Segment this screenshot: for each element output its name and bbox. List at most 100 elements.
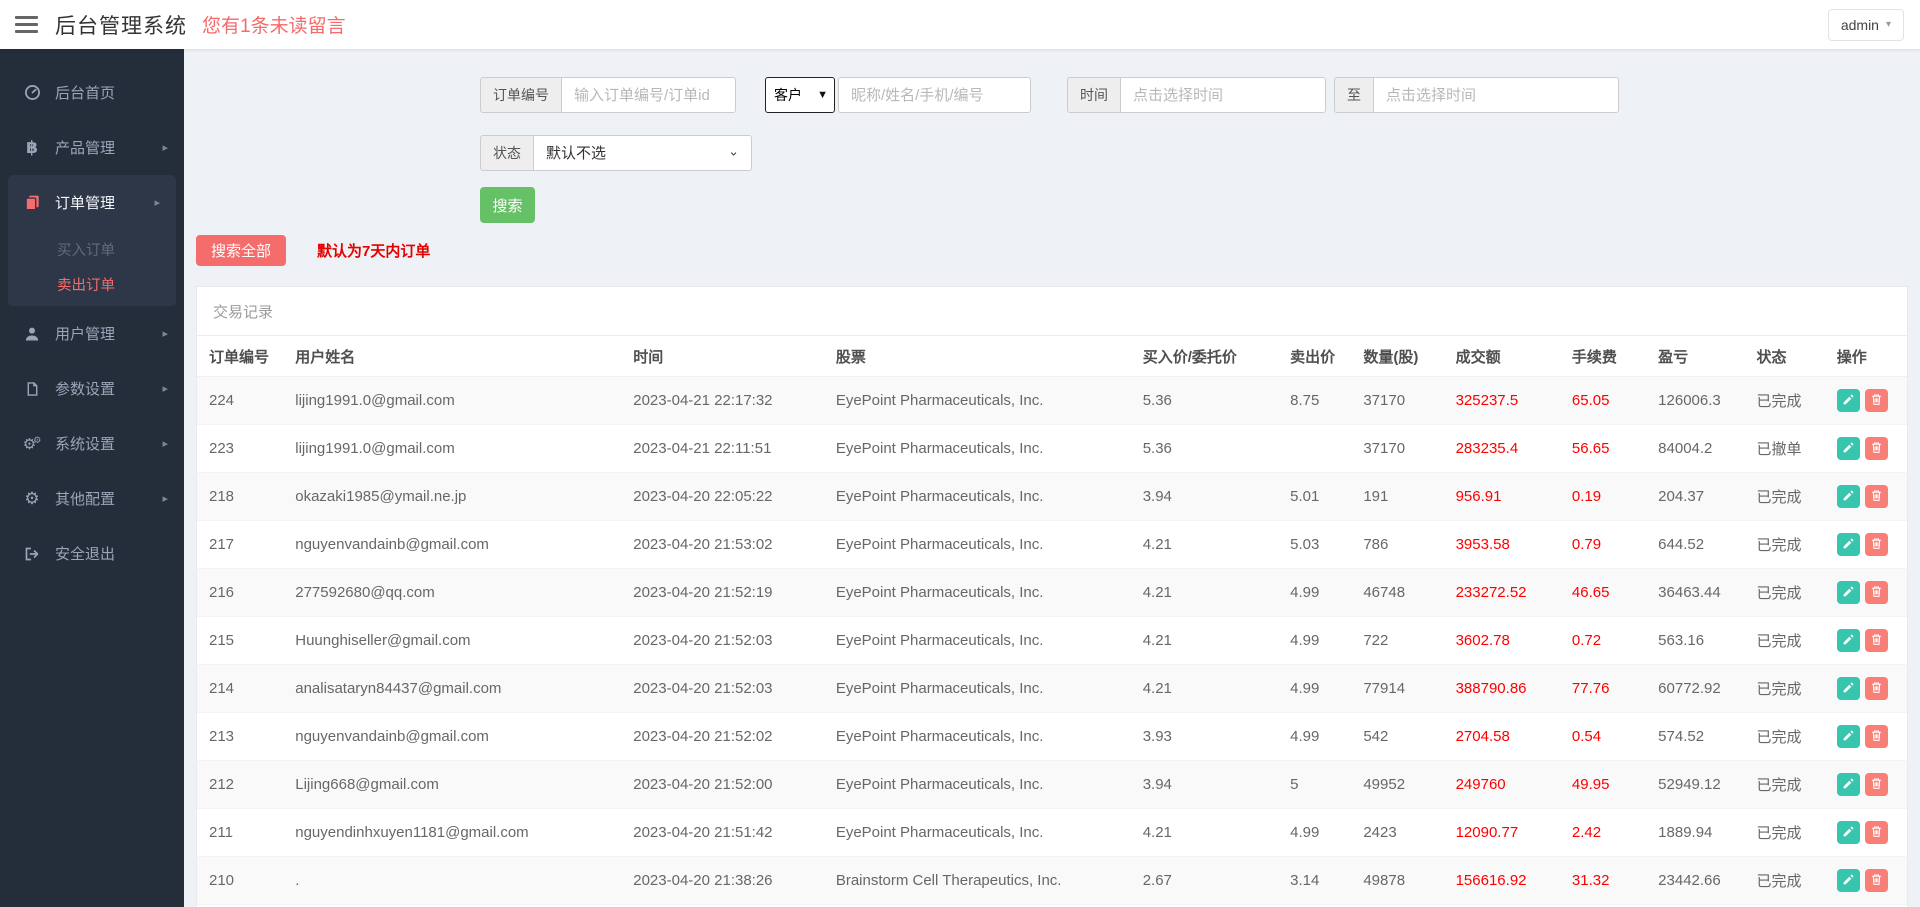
unread-message-link[interactable]: 您有1条未读留言 — [202, 11, 346, 38]
edit-button[interactable] — [1836, 725, 1860, 748]
fee: 2.42 — [1563, 808, 1651, 857]
delete-button[interactable] — [1864, 437, 1888, 460]
order-time: 2023-04-20 21:52:19 — [625, 568, 828, 617]
order-no-input[interactable] — [562, 77, 736, 113]
edit-button[interactable] — [1836, 869, 1860, 892]
stock-name: EyePoint Pharmaceuticals, Inc. — [827, 376, 1135, 425]
sidebar-item-logout[interactable]: 安全退出 — [0, 526, 184, 581]
sidebar-subitem-buy-orders[interactable]: 买入订单 — [8, 230, 176, 268]
trash-icon — [1870, 825, 1883, 841]
time-to-input[interactable] — [1374, 77, 1619, 113]
pencil-icon — [1842, 489, 1855, 505]
sidebar-group-orders: 订单管理 ▸ 买入订单 卖出订单 — [8, 175, 176, 306]
user-name: admin — [1840, 16, 1879, 33]
delete-button[interactable] — [1864, 533, 1888, 556]
delete-button[interactable] — [1864, 869, 1888, 892]
customer-input[interactable] — [838, 77, 1031, 113]
profit: 563.16 — [1650, 616, 1749, 665]
menu-toggle-icon[interactable] — [15, 16, 38, 33]
sidebar-item-users[interactable]: 用户管理 ▸ — [0, 306, 184, 361]
delete-button[interactable] — [1864, 773, 1888, 796]
transactions-table: 订单编号 用户姓名 时间 股票 买入价/委托价 卖出价 数量(股) 成交额 手续费 盈亏 状态 操作 … — [197, 336, 1907, 907]
delete-button[interactable] — [1864, 725, 1888, 748]
order-id: 218 — [197, 472, 288, 521]
turnover: 3602.78 — [1447, 616, 1564, 665]
table-row: 224 lijing1991.0@gmail.com 2023-04-21 22:1… — [197, 376, 1907, 425]
edit-button[interactable] — [1836, 389, 1860, 412]
status: 已撤单 — [1748, 424, 1829, 473]
orders-icon — [22, 194, 42, 211]
delete-button[interactable] — [1864, 677, 1888, 700]
search-button[interactable]: 搜索 — [480, 187, 535, 223]
quantity: 2423 — [1355, 808, 1448, 857]
row-actions — [1828, 472, 1907, 521]
trash-icon — [1870, 537, 1883, 553]
order-id: 212 — [197, 760, 288, 809]
quantity: 49952 — [1355, 760, 1448, 809]
status: 已完成 — [1748, 664, 1829, 713]
edit-button[interactable] — [1836, 629, 1860, 652]
fee: 56.65 — [1563, 424, 1651, 473]
edit-button[interactable] — [1836, 581, 1860, 604]
user-name: . — [287, 856, 626, 905]
buy-price: 3.94 — [1134, 472, 1283, 521]
sidebar-item-orders[interactable]: 订单管理 ▸ — [8, 175, 176, 230]
sell-price: 5.03 — [1282, 520, 1356, 569]
quantity: 191 — [1355, 472, 1448, 521]
stock-name: EyePoint Pharmaceuticals, Inc. — [827, 472, 1135, 521]
edit-button[interactable] — [1836, 677, 1860, 700]
stock-name: EyePoint Pharmaceuticals, Inc. — [827, 664, 1135, 713]
search-filters: 订单编号 客户 ▼ 时间 至 — [480, 77, 1920, 223]
sidebar-item-dashboard[interactable]: 后台首页 — [0, 65, 184, 120]
delete-button[interactable] — [1864, 821, 1888, 844]
bitcoin-icon: ฿ — [26, 138, 38, 157]
sidebar-item-products[interactable]: ฿ 产品管理 ▸ — [0, 120, 184, 175]
sidebar-group-users: 用户管理 ▸ — [0, 306, 184, 361]
column-header: 手续费 — [1563, 336, 1651, 377]
turnover: 2704.58 — [1447, 712, 1564, 761]
search-all-button[interactable]: 搜索全部 — [196, 235, 287, 266]
sidebar-item-label: 其他配置 — [55, 491, 116, 508]
sidebar-item-system[interactable]: ⚙⚙ 系统设置 ▸ — [0, 416, 184, 471]
time-from-input[interactable] — [1121, 77, 1326, 113]
pencil-icon — [1842, 633, 1855, 649]
order-time: 2023-04-20 22:05:22 — [625, 472, 828, 521]
column-header: 用户姓名 — [287, 336, 626, 377]
gear-icon: ⚙ — [24, 489, 40, 508]
user-name: nguyenvandainb@gmail.com — [287, 712, 626, 761]
user-menu[interactable]: admin ▾ — [1827, 8, 1904, 41]
edit-button[interactable] — [1836, 437, 1860, 460]
column-header: 状态 — [1748, 336, 1829, 377]
trash-icon — [1870, 777, 1883, 793]
sell-price: 5 — [1282, 760, 1356, 809]
sidebar-subitem-sell-orders[interactable]: 卖出订单 — [8, 268, 176, 306]
pencil-icon — [1842, 777, 1855, 793]
to-label: 至 — [1334, 77, 1374, 113]
row-actions — [1828, 856, 1907, 905]
fee: 31.32 — [1563, 856, 1651, 905]
trash-icon — [1870, 393, 1883, 409]
user-name: Huunghiseller@gmail.com — [287, 616, 626, 665]
status-select[interactable]: 默认不选 — [534, 135, 752, 171]
sidebar-item-other[interactable]: ⚙ 其他配置 ▸ — [0, 471, 184, 526]
buy-price: 4.21 — [1134, 808, 1283, 857]
pencil-icon — [1842, 441, 1855, 457]
delete-button[interactable] — [1864, 629, 1888, 652]
trash-icon — [1870, 681, 1883, 697]
customer-type-select[interactable]: 客户 — [765, 77, 835, 113]
delete-button[interactable] — [1864, 581, 1888, 604]
sidebar-item-label: 订单管理 — [55, 195, 116, 212]
profit: 574.52 — [1650, 712, 1749, 761]
pencil-icon — [1842, 393, 1855, 409]
delete-button[interactable] — [1864, 485, 1888, 508]
edit-button[interactable] — [1836, 821, 1860, 844]
table-row: 213 nguyenvandainb@gmail.com 2023-04-20 21… — [197, 712, 1907, 761]
edit-button[interactable] — [1836, 773, 1860, 796]
edit-button[interactable] — [1836, 485, 1860, 508]
edit-button[interactable] — [1836, 533, 1860, 556]
sidebar-item-params[interactable]: 参数设置 ▸ — [0, 361, 184, 416]
pencil-icon — [1842, 585, 1855, 601]
delete-button[interactable] — [1864, 389, 1888, 412]
buy-price: 4.21 — [1134, 616, 1283, 665]
order-id: 216 — [197, 568, 288, 617]
